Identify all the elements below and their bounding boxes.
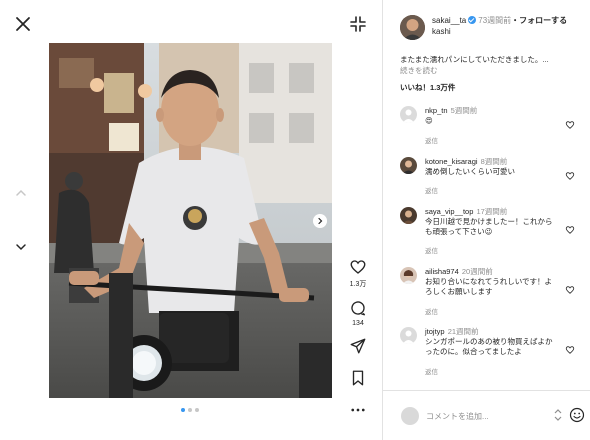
avatar[interactable]	[400, 267, 417, 284]
close-icon[interactable]	[12, 13, 34, 35]
collapse-icon[interactable]	[348, 14, 368, 34]
likes-count[interactable]: いいね！1.3万件	[400, 82, 455, 93]
verified-icon	[468, 16, 477, 24]
avatar-image	[400, 15, 425, 40]
reply-button[interactable]: 返信	[425, 245, 438, 255]
share-icon	[350, 338, 366, 354]
comment-username[interactable]: ailisha974	[425, 267, 459, 276]
comment-time: 8週間前	[480, 157, 508, 166]
avatar[interactable]	[400, 157, 417, 174]
comment-text: お知り合いになれてうれしいです！よろしくお願いします	[425, 277, 553, 296]
comment-body: jtojtyp 21週間前 シンガポールのあの被り物買えばよかったのに。似合って…	[425, 327, 557, 357]
comment-heart-icon[interactable]	[565, 345, 575, 355]
default-avatar-icon	[400, 106, 417, 123]
avatar-image	[400, 157, 417, 174]
username-continuation[interactable]: kashi	[432, 27, 451, 36]
chevron-up-icon[interactable]	[14, 186, 28, 200]
comment-input[interactable]	[426, 408, 526, 424]
comment-username[interactable]: nkp_tn	[425, 106, 448, 115]
comment-heart-icon[interactable]	[565, 120, 575, 130]
default-avatar-icon	[400, 327, 417, 344]
post-photo-image	[49, 43, 332, 398]
avatar	[401, 407, 419, 425]
carousel-dot-active	[181, 408, 185, 412]
comment-composer	[383, 390, 590, 440]
post-header: sakai__ta 73週間前・フォローする kashi	[400, 15, 585, 40]
username-link[interactable]: sakai__ta	[432, 16, 466, 25]
comment-time: 21週間前	[447, 327, 479, 336]
comment-icon	[351, 301, 366, 316]
avatar[interactable]	[400, 15, 425, 40]
emoji-icon[interactable]	[569, 407, 585, 423]
comment-body: saya_vip__top 17週間前 今日川越で見かけましたー！これからも頑張…	[425, 207, 557, 237]
avatar[interactable]	[400, 327, 417, 344]
comment-time: 20週間前	[461, 267, 493, 276]
post-caption: またまた濡れパンにしていただきました。... 続きを読む	[400, 54, 580, 76]
comment-body: kotone_kisaragi 8週間前 濡め倒したいくらい可愛い	[425, 157, 557, 177]
comment-username[interactable]: saya_vip__top	[425, 207, 473, 216]
comment-heart-icon[interactable]	[565, 285, 575, 295]
bookmark-icon	[352, 370, 364, 386]
reply-button[interactable]: 返信	[425, 135, 438, 145]
post-header-text: sakai__ta 73週間前・フォローする kashi	[432, 15, 582, 40]
comment-username[interactable]: jtojtyp	[425, 327, 445, 336]
post-viewer: 1.3万 134	[0, 0, 382, 440]
post-photo[interactable]	[49, 43, 332, 398]
next-image-icon[interactable]	[313, 214, 327, 228]
comment-time: 5週間前	[450, 106, 478, 115]
reply-button[interactable]: 返信	[425, 185, 438, 195]
comment-heart-icon[interactable]	[565, 171, 575, 181]
post-time: 73週間前	[478, 16, 512, 25]
follow-button[interactable]: フォローする	[519, 16, 567, 25]
follow-separator: ・	[511, 16, 520, 25]
carousel-dots	[181, 408, 199, 412]
caption-text: またまた濡れパンにしていただきました。	[400, 55, 543, 64]
comment-body: ailisha974 20週間前 お知り合いになれてうれしいです！よろしくお願い…	[425, 267, 557, 297]
reply-button[interactable]: 返信	[425, 366, 438, 376]
like-count: 1.3万	[349, 281, 367, 288]
comment-count: 134	[352, 320, 364, 327]
more-icon	[351, 408, 365, 412]
bookmark-button[interactable]	[345, 369, 371, 387]
comment-button[interactable]: 134	[345, 299, 371, 327]
avatar[interactable]	[400, 207, 417, 224]
chevron-down-icon[interactable]	[14, 240, 28, 254]
carousel-dot	[188, 408, 192, 412]
action-bar: 1.3万 134	[345, 258, 371, 419]
comment-text: シンガポールのあの被り物買えばよかったのに。似合ってましたよ	[425, 337, 553, 356]
comment-time: 17週間前	[476, 207, 508, 216]
comment-body: nkp_tn 5週間前 😍	[425, 106, 557, 126]
avatar-image	[400, 207, 417, 224]
comment-text: 濡め倒したいくらい可愛い	[425, 167, 515, 176]
more-options-button[interactable]	[345, 401, 371, 419]
heart-icon	[350, 260, 366, 274]
comment-text: 😍	[425, 116, 433, 125]
comment-heart-icon[interactable]	[565, 225, 575, 235]
avatar-image	[400, 267, 417, 284]
comments-panel: sakai__ta 73週間前・フォローする kashi またまた濡れパンにしてい…	[382, 0, 590, 440]
read-more-link[interactable]: 続きを読む	[400, 66, 438, 75]
caption-ellipsis: ...	[542, 55, 549, 64]
share-button[interactable]	[345, 337, 371, 355]
comment-username[interactable]: kotone_kisaragi	[425, 157, 478, 166]
carousel-dot	[195, 408, 199, 412]
stepper-icon[interactable]	[553, 407, 563, 423]
like-button[interactable]: 1.3万	[345, 258, 371, 289]
comment-text: 今日川越で見かけましたー！これからも頑張って下さい😉	[425, 217, 553, 236]
reply-button[interactable]: 返信	[425, 306, 438, 316]
avatar[interactable]	[400, 106, 417, 123]
